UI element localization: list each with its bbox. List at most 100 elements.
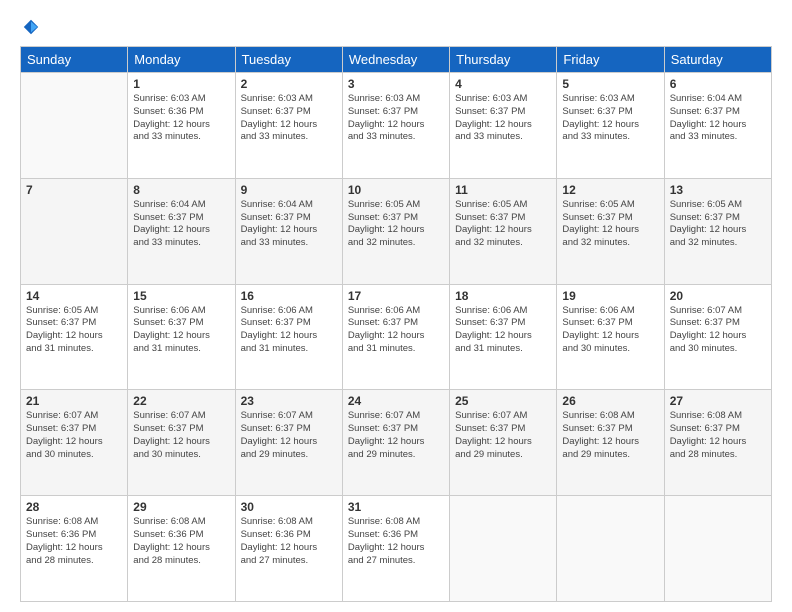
day-info: Sunrise: 6:05 AM Sunset: 6:37 PM Dayligh…	[455, 199, 551, 250]
calendar-cell: 2 Sunrise: 6:03 AM Sunset: 6:37 PM Daylig…	[235, 73, 342, 179]
column-header-tuesday: Tuesday	[235, 47, 342, 73]
calendar-cell: 12 Sunrise: 6:05 AM Sunset: 6:37 PM Dayli…	[557, 178, 664, 284]
day-number: 24	[348, 394, 444, 408]
logo-text	[20, 18, 40, 36]
day-info: Sunrise: 6:07 AM Sunset: 6:37 PM Dayligh…	[26, 410, 122, 461]
day-number: 19	[562, 289, 658, 303]
calendar-cell: 22Sunrise: 6:07 AM Sunset: 6:37 PM Dayli…	[128, 390, 235, 496]
calendar-cell: 26 Sunrise: 6:08 AM Sunset: 6:37 PM Dayli…	[557, 390, 664, 496]
calendar-cell: 28Sunrise: 6:08 AM Sunset: 6:36 PM Dayli…	[21, 496, 128, 602]
day-number: 22	[133, 394, 229, 408]
calendar-cell	[450, 496, 557, 602]
column-header-sunday: Sunday	[21, 47, 128, 73]
column-header-saturday: Saturday	[664, 47, 771, 73]
day-info: Sunrise: 6:06 AM Sunset: 6:37 PM Dayligh…	[455, 305, 551, 356]
logo	[20, 18, 40, 36]
calendar-cell: 15 Sunrise: 6:06 AM Sunset: 6:37 PM Dayli…	[128, 284, 235, 390]
day-info: Sunrise: 6:04 AM Sunset: 6:37 PM Dayligh…	[241, 199, 337, 250]
logo-icon	[22, 18, 40, 36]
calendar-cell: 27 Sunrise: 6:08 AM Sunset: 6:37 PM Dayli…	[664, 390, 771, 496]
day-number: 12	[562, 183, 658, 197]
day-info: Sunrise: 6:07 AM Sunset: 6:37 PM Dayligh…	[241, 410, 337, 461]
calendar-cell: 4Sunrise: 6:03 AM Sunset: 6:37 PM Daylig…	[450, 73, 557, 179]
day-info: Sunrise: 6:05 AM Sunset: 6:37 PM Dayligh…	[348, 199, 444, 250]
calendar-cell: 9 Sunrise: 6:04 AM Sunset: 6:37 PM Daylig…	[235, 178, 342, 284]
day-info: Sunrise: 6:08 AM Sunset: 6:36 PM Dayligh…	[26, 516, 122, 567]
calendar-cell: 31 Sunrise: 6:08 AM Sunset: 6:36 PM Dayli…	[342, 496, 449, 602]
calendar-cell	[664, 496, 771, 602]
day-number: 30	[241, 500, 337, 514]
header-row: SundayMondayTuesdayWednesdayThursdayFrid…	[21, 47, 772, 73]
day-number: 1	[133, 77, 229, 91]
day-number: 9	[241, 183, 337, 197]
day-number: 26	[562, 394, 658, 408]
day-number: 21	[26, 394, 122, 408]
day-number: 6	[670, 77, 766, 91]
calendar-cell: 17 Sunrise: 6:06 AM Sunset: 6:37 PM Dayli…	[342, 284, 449, 390]
day-info: Sunrise: 6:07 AM Sunset: 6:37 PM Dayligh…	[455, 410, 551, 461]
day-number: 23	[241, 394, 337, 408]
day-info: Sunrise: 6:08 AM Sunset: 6:36 PM Dayligh…	[348, 516, 444, 567]
calendar-cell: 11 Sunrise: 6:05 AM Sunset: 6:37 PM Dayli…	[450, 178, 557, 284]
day-info: Sunrise: 6:03 AM Sunset: 6:37 PM Dayligh…	[241, 93, 337, 144]
day-number: 16	[241, 289, 337, 303]
day-number: 14	[26, 289, 122, 303]
calendar-cell: 3 Sunrise: 6:03 AM Sunset: 6:37 PM Daylig…	[342, 73, 449, 179]
calendar-table: SundayMondayTuesdayWednesdayThursdayFrid…	[20, 46, 772, 602]
day-number: 25	[455, 394, 551, 408]
day-info: Sunrise: 6:06 AM Sunset: 6:37 PM Dayligh…	[562, 305, 658, 356]
day-info: Sunrise: 6:06 AM Sunset: 6:37 PM Dayligh…	[133, 305, 229, 356]
calendar-cell: 5 Sunrise: 6:03 AM Sunset: 6:37 PM Daylig…	[557, 73, 664, 179]
column-header-monday: Monday	[128, 47, 235, 73]
column-header-thursday: Thursday	[450, 47, 557, 73]
day-info: Sunrise: 6:07 AM Sunset: 6:37 PM Dayligh…	[670, 305, 766, 356]
day-info: Sunrise: 6:05 AM Sunset: 6:37 PM Dayligh…	[26, 305, 122, 356]
calendar-cell: 19 Sunrise: 6:06 AM Sunset: 6:37 PM Dayli…	[557, 284, 664, 390]
day-number: 2	[241, 77, 337, 91]
day-info: Sunrise: 6:04 AM Sunset: 6:37 PM Dayligh…	[670, 93, 766, 144]
day-number: 11	[455, 183, 551, 197]
day-number: 31	[348, 500, 444, 514]
week-row-4: 21 Sunrise: 6:07 AM Sunset: 6:37 PM Dayli…	[21, 390, 772, 496]
day-info: Sunrise: 6:06 AM Sunset: 6:37 PM Dayligh…	[348, 305, 444, 356]
calendar-cell: 16 Sunrise: 6:06 AM Sunset: 6:37 PM Dayli…	[235, 284, 342, 390]
day-info: Sunrise: 6:03 AM Sunset: 6:37 PM Dayligh…	[348, 93, 444, 144]
day-info: Sunrise: 6:05 AM Sunset: 6:37 PM Dayligh…	[670, 199, 766, 250]
day-number: 18	[455, 289, 551, 303]
calendar-cell: 23 Sunrise: 6:07 AM Sunset: 6:37 PM Dayli…	[235, 390, 342, 496]
calendar-cell	[21, 73, 128, 179]
day-number: 15	[133, 289, 229, 303]
week-row-5: 28Sunrise: 6:08 AM Sunset: 6:36 PM Dayli…	[21, 496, 772, 602]
calendar-cell	[557, 496, 664, 602]
calendar-cell: 13 Sunrise: 6:05 AM Sunset: 6:37 PM Dayli…	[664, 178, 771, 284]
day-number: 27	[670, 394, 766, 408]
calendar-cell: 6 Sunrise: 6:04 AM Sunset: 6:37 PM Daylig…	[664, 73, 771, 179]
day-number: 8	[133, 183, 229, 197]
calendar-cell: 30Sunrise: 6:08 AM Sunset: 6:36 PM Dayli…	[235, 496, 342, 602]
day-number: 7	[26, 183, 122, 197]
column-header-wednesday: Wednesday	[342, 47, 449, 73]
calendar-cell: 8Sunrise: 6:04 AM Sunset: 6:37 PM Daylig…	[128, 178, 235, 284]
calendar-cell: 7	[21, 178, 128, 284]
calendar-cell: 18 Sunrise: 6:06 AM Sunset: 6:37 PM Dayli…	[450, 284, 557, 390]
day-number: 13	[670, 183, 766, 197]
day-info: Sunrise: 6:03 AM Sunset: 6:36 PM Dayligh…	[133, 93, 229, 144]
day-info: Sunrise: 6:05 AM Sunset: 6:37 PM Dayligh…	[562, 199, 658, 250]
day-number: 3	[348, 77, 444, 91]
day-info: Sunrise: 6:08 AM Sunset: 6:37 PM Dayligh…	[670, 410, 766, 461]
calendar-cell: 24Sunrise: 6:07 AM Sunset: 6:37 PM Dayli…	[342, 390, 449, 496]
day-info: Sunrise: 6:08 AM Sunset: 6:37 PM Dayligh…	[562, 410, 658, 461]
day-number: 17	[348, 289, 444, 303]
calendar-cell: 10 Sunrise: 6:05 AM Sunset: 6:37 PM Dayli…	[342, 178, 449, 284]
day-info: Sunrise: 6:03 AM Sunset: 6:37 PM Dayligh…	[562, 93, 658, 144]
day-info: Sunrise: 6:06 AM Sunset: 6:37 PM Dayligh…	[241, 305, 337, 356]
calendar-cell: 20Sunrise: 6:07 AM Sunset: 6:37 PM Dayli…	[664, 284, 771, 390]
week-row-1: 1 Sunrise: 6:03 AM Sunset: 6:36 PM Daylig…	[21, 73, 772, 179]
day-number: 10	[348, 183, 444, 197]
day-info: Sunrise: 6:03 AM Sunset: 6:37 PM Dayligh…	[455, 93, 551, 144]
day-number: 5	[562, 77, 658, 91]
calendar-cell: 29Sunrise: 6:08 AM Sunset: 6:36 PM Dayli…	[128, 496, 235, 602]
calendar-cell: 25 Sunrise: 6:07 AM Sunset: 6:37 PM Dayli…	[450, 390, 557, 496]
calendar-cell: 14 Sunrise: 6:05 AM Sunset: 6:37 PM Dayli…	[21, 284, 128, 390]
header	[20, 18, 772, 36]
